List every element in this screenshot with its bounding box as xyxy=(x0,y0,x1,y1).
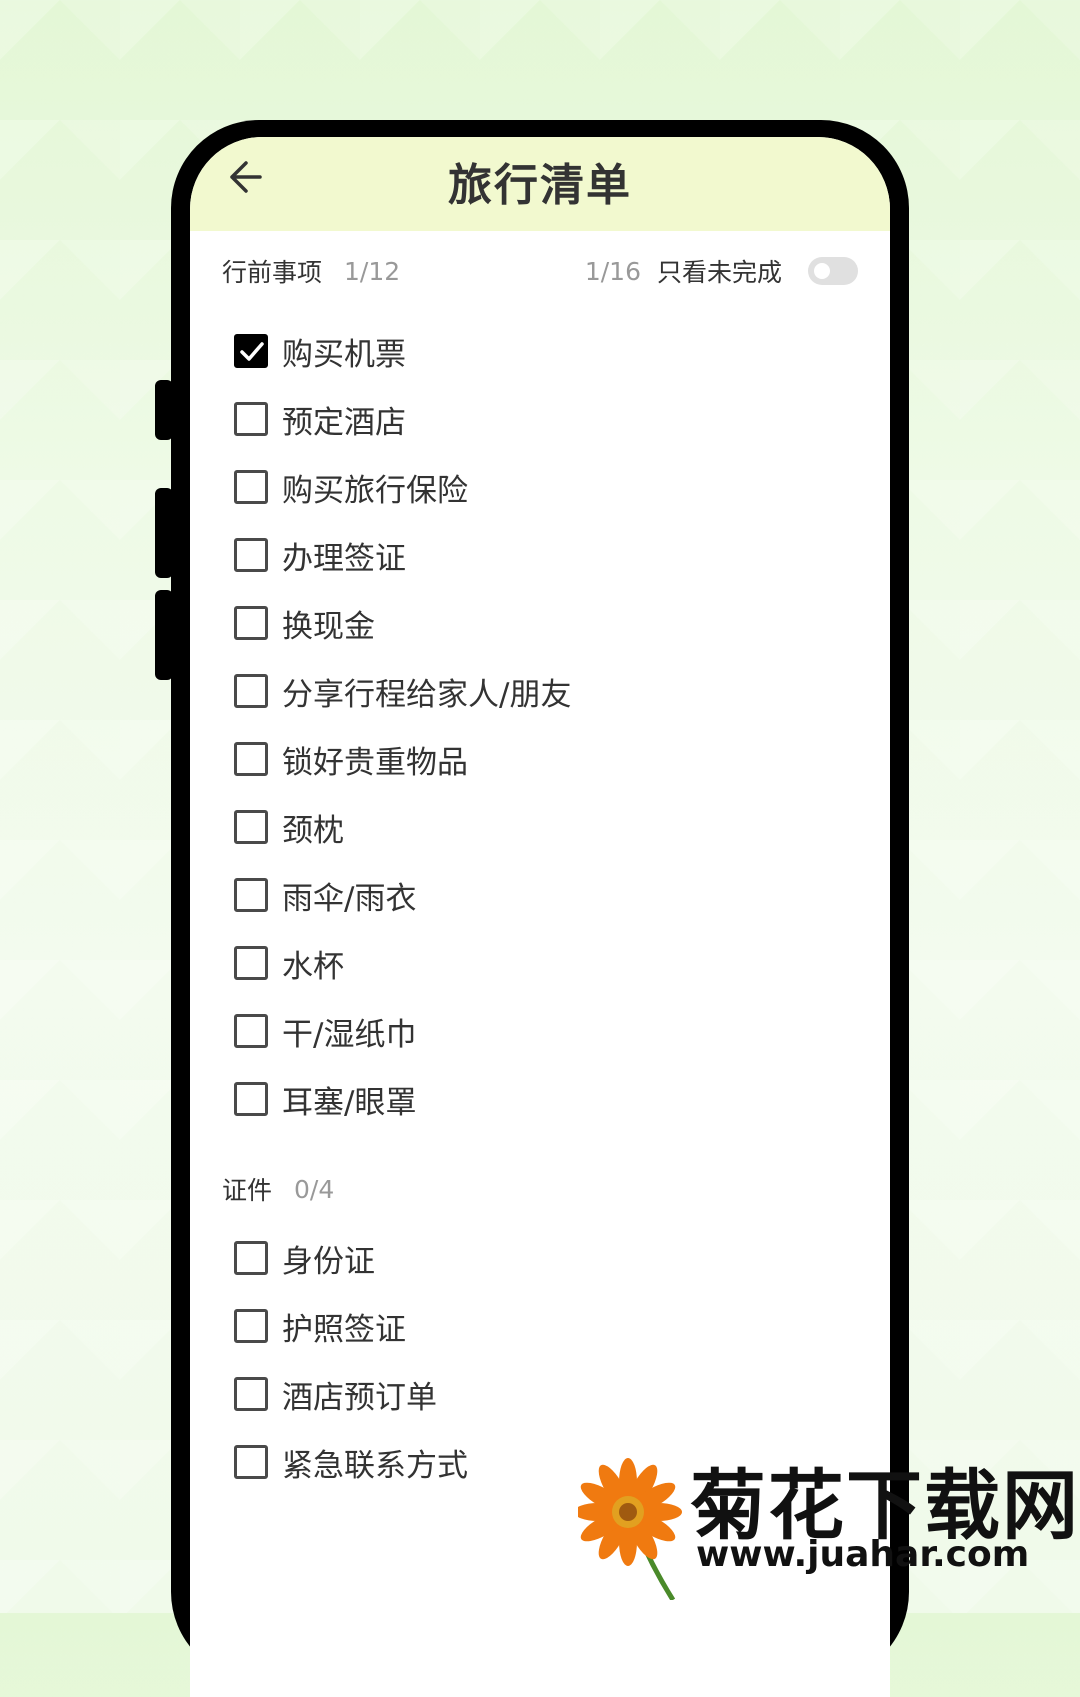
checklist-item[interactable]: 办理签证 xyxy=(234,521,571,589)
checklist-item-label: 身份证 xyxy=(282,1243,375,1280)
checklist-item-label: 雨伞/雨衣 xyxy=(282,880,417,917)
checkbox[interactable] xyxy=(234,742,268,776)
checklist-item[interactable]: 酒店预订单 xyxy=(234,1360,468,1428)
toggle-knob xyxy=(814,263,830,279)
checklist-item-label: 酒店预订单 xyxy=(282,1379,437,1416)
checklist-item-label: 紧急联系方式 xyxy=(282,1447,468,1484)
checkbox[interactable] xyxy=(234,1014,268,1048)
checklist-item[interactable]: 购买旅行保险 xyxy=(234,453,571,521)
checklist-item-label: 水杯 xyxy=(282,948,344,985)
show-incomplete-toggle[interactable] xyxy=(808,257,858,285)
checkbox[interactable] xyxy=(234,606,268,640)
checklist-item-label: 办理签证 xyxy=(282,540,406,577)
checkbox[interactable] xyxy=(234,402,268,436)
checkbox[interactable] xyxy=(234,470,268,504)
checklist-item-label: 耳塞/眼罩 xyxy=(282,1084,417,1121)
checkbox[interactable] xyxy=(234,1309,268,1343)
checklist-documents: 身份证护照签证酒店预订单紧急联系方式 xyxy=(234,1224,468,1496)
checkbox[interactable] xyxy=(234,1377,268,1411)
checkbox[interactable] xyxy=(234,1445,268,1479)
filter-count: 1/16 xyxy=(584,256,641,286)
checklist-item[interactable]: 换现金 xyxy=(234,589,571,657)
page-title: 旅行清单 xyxy=(448,160,632,211)
checklist-item[interactable]: 购买机票 xyxy=(234,317,571,385)
checkbox[interactable] xyxy=(234,538,268,572)
checkmark-icon xyxy=(240,342,264,361)
checklist-item-label: 锁好贵重物品 xyxy=(282,744,468,781)
checklist-item[interactable]: 干/湿纸巾 xyxy=(234,997,571,1065)
checklist-item[interactable]: 护照签证 xyxy=(234,1292,468,1360)
section-title: 证件 xyxy=(222,1176,273,1205)
checklist-item[interactable]: 预定酒店 xyxy=(234,385,571,453)
checklist-item[interactable]: 雨伞/雨衣 xyxy=(234,861,571,929)
checkbox[interactable] xyxy=(234,878,268,912)
checkbox-checked[interactable] xyxy=(234,334,268,368)
checklist-item[interactable]: 颈枕 xyxy=(234,793,571,861)
section-header-before-trip: 行前事项 1/12 1/16 只看未完成 xyxy=(222,251,858,291)
checkbox[interactable] xyxy=(234,946,268,980)
checklist-before-trip: 购买机票预定酒店购买旅行保险 办理签证换现金分享行程给家人/朋友 锁好贵重物品 颈枕雨… xyxy=(234,317,571,1133)
checklist-item-label: 购买机票 xyxy=(282,336,406,373)
checklist-item-label: 分享行程给家人/朋友 xyxy=(282,676,572,713)
section-count: 0/4 xyxy=(294,1174,335,1204)
filter-group: 1/16 只看未完成 xyxy=(585,253,858,289)
checklist-item-label: 护照签证 xyxy=(282,1311,406,1348)
watermark-url: www.juahar.com xyxy=(696,1534,1030,1575)
checklist-item-label: 颈枕 xyxy=(282,812,344,849)
checklist-item[interactable]: 紧急联系方式 xyxy=(234,1428,468,1496)
checkbox[interactable] xyxy=(234,1241,268,1275)
checklist-item[interactable]: 耳塞/眼罩 xyxy=(234,1065,571,1133)
filter-label: 只看未完成 xyxy=(656,258,782,287)
checklist-item-label: 干/湿纸巾 xyxy=(282,1016,417,1053)
checklist-item-label: 换现金 xyxy=(282,608,375,645)
section-count: 1/12 xyxy=(344,256,401,286)
section-title: 行前事项 xyxy=(222,258,323,287)
checkbox[interactable] xyxy=(234,810,268,844)
checkbox[interactable] xyxy=(234,674,268,708)
section-header-documents: 证件 0/4 xyxy=(222,1169,858,1209)
checkbox[interactable] xyxy=(234,1082,268,1116)
checklist-item[interactable]: 分享行程给家人/朋友 xyxy=(234,657,571,725)
watermark-logo: 菊花下载网 www.juahar.com xyxy=(578,1440,1080,1613)
checklist-item[interactable]: 身份证 xyxy=(234,1224,468,1292)
app-header: 旅行清单 xyxy=(190,137,890,231)
flower-logo-icon xyxy=(578,1458,682,1600)
checklist-item-label: 购买旅行保险 xyxy=(282,472,468,509)
checklist-item[interactable]: 锁好贵重物品 xyxy=(234,725,571,793)
checklist-item-label: 预定酒店 xyxy=(282,404,406,441)
checklist-item[interactable]: 水杯 xyxy=(234,929,571,997)
